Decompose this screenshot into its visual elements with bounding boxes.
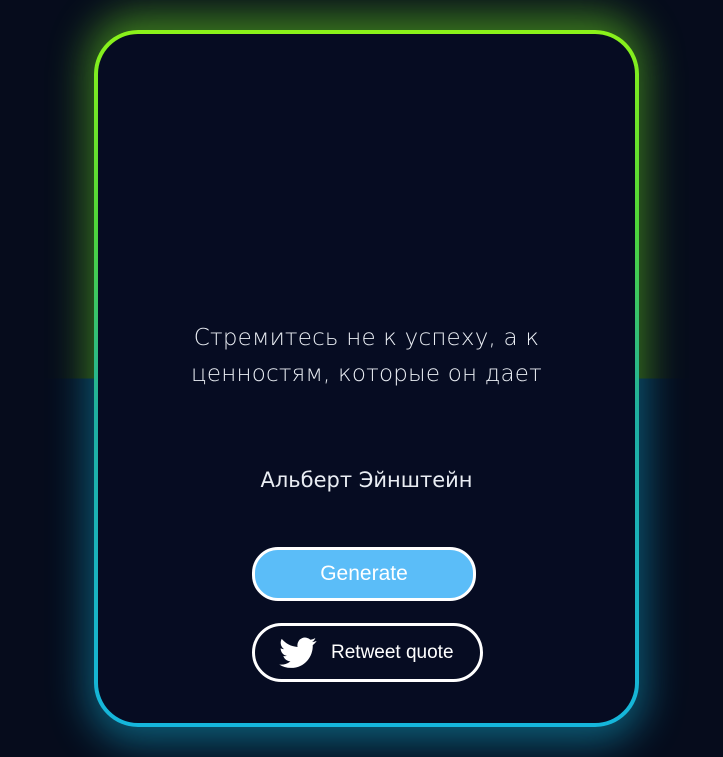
generate-button[interactable]: Generate <box>252 547 476 601</box>
generate-button-label: Generate <box>320 562 408 585</box>
quote-card: Стремитесь не к успеху, а к ценностям, к… <box>98 34 635 723</box>
quote-card-container: Стремитесь не к успеху, а к ценностям, к… <box>94 30 639 727</box>
retweet-button-label: Retweet quote <box>331 641 454 663</box>
retweet-quote-button[interactable]: Retweet quote <box>252 623 483 682</box>
twitter-bird-icon <box>279 637 317 669</box>
quote-text: Стремитесь не к успеху, а к ценностям, к… <box>191 325 542 387</box>
quote-author: Альберт Эйнштейн <box>260 468 473 492</box>
